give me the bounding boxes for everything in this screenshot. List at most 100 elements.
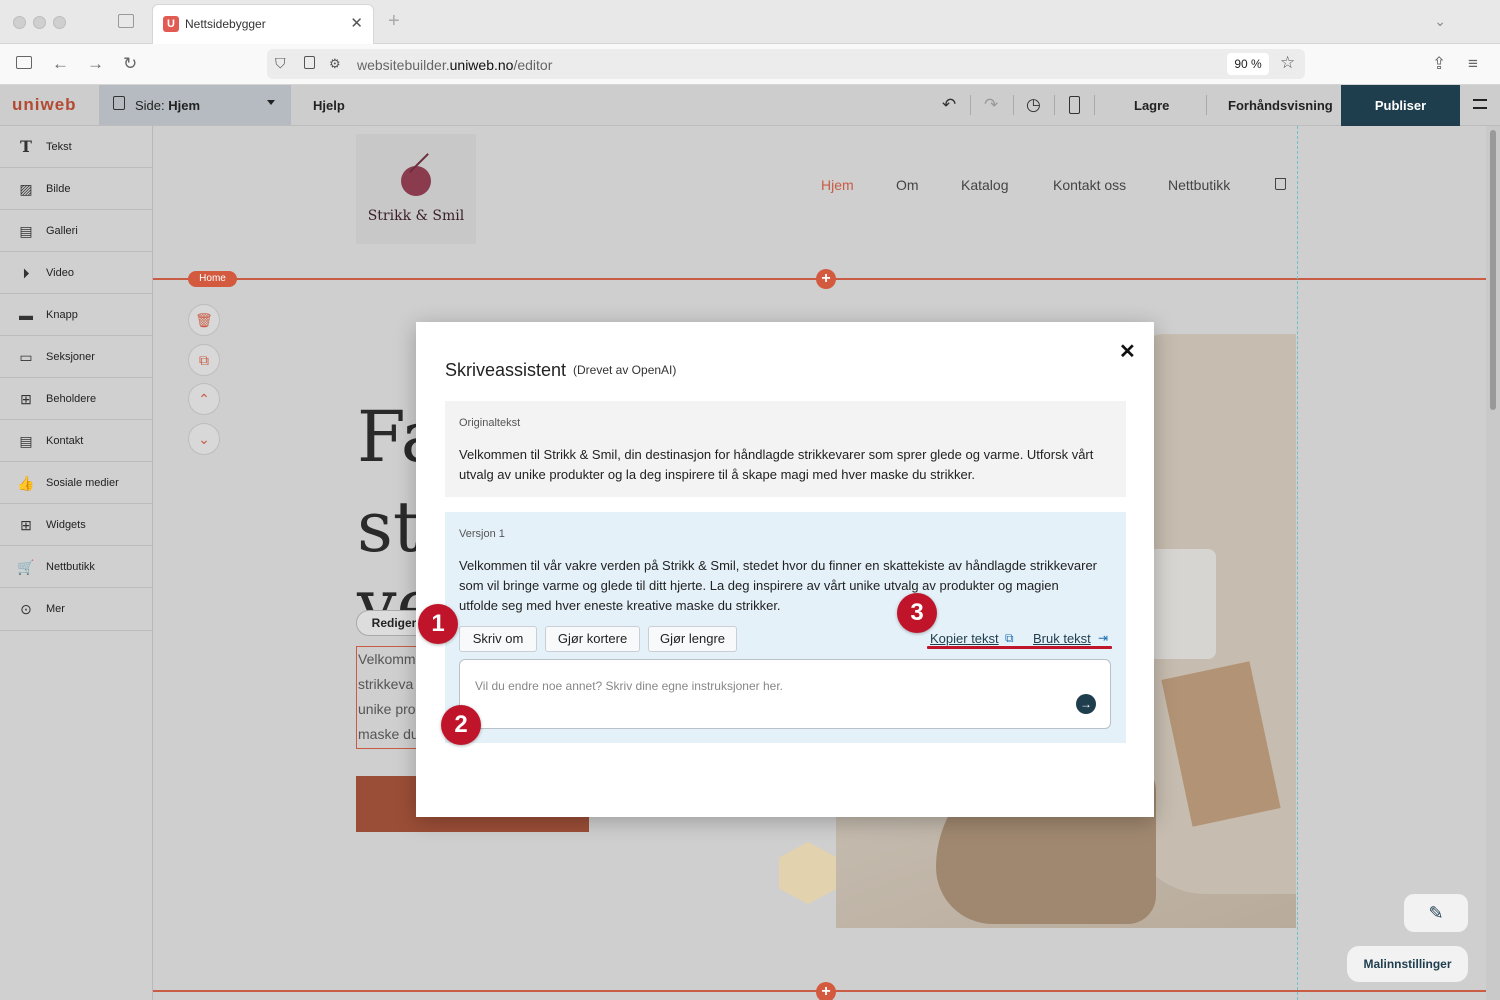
sidebar-item-seksjoner[interactable]: ▭ Seksjoner <box>0 336 152 378</box>
browser-tab-bar: U Nettsidebygger ✕ + ⌄ <box>0 0 1500 44</box>
version-text-line: utfolde seg med hver eneste kreative mas… <box>459 598 781 613</box>
sidebar-item-mer[interactable]: ⊙ Mer <box>0 588 152 631</box>
sidebar-item-nettbutikk[interactable]: 🛒 Nettbutikk <box>0 546 152 588</box>
help-link[interactable]: Hjelp <box>313 98 345 113</box>
uniweb-logo: uniweb <box>12 95 77 114</box>
rewrite-button[interactable]: Skriv om <box>459 626 537 652</box>
reader-list-icon[interactable]: ≡ <box>1468 54 1478 74</box>
page-selector[interactable]: Side: Hjem <box>99 85 291 125</box>
sidebar-item-widgets[interactable]: ⊞ Widgets <box>0 504 152 546</box>
original-text-line: utvalg av unike produkter og la deg insp… <box>459 467 975 482</box>
sidebar-item-label: Bilde <box>46 183 71 195</box>
window-zoom-button[interactable] <box>53 16 66 29</box>
browser-tab[interactable]: U Nettsidebygger ✕ <box>152 4 374 44</box>
make-longer-button[interactable]: Gjør lengre <box>648 626 737 652</box>
modal-title: Skriveassistent <box>445 360 567 380</box>
page-icon <box>113 96 125 110</box>
add-section-plus-icon[interactable]: + <box>816 269 836 289</box>
site-name: Strikk & Smil <box>367 208 465 224</box>
close-tab-icon[interactable]: ✕ <box>350 14 363 32</box>
sidebar-item-knapp[interactable]: ▬ Knapp <box>0 294 152 336</box>
insert-icon[interactable]: ⇥ <box>1098 631 1108 645</box>
make-shorter-button[interactable]: Gjør kortere <box>545 626 640 652</box>
divider <box>1206 95 1207 115</box>
sidebar-item-kontakt[interactable]: ▤ Kontakt <box>0 420 152 462</box>
undo-icon[interactable]: ↶ <box>942 95 956 115</box>
sidebar-item-tekst[interactable]: T Tekst <box>0 126 152 168</box>
site-nav-kontakt-oss[interactable]: Kontakt oss <box>1053 177 1126 193</box>
original-text-line: Velkommen til Strikk & Smil, din destina… <box>459 447 1094 462</box>
body-text-line: Velkomm <box>358 651 416 667</box>
forward-arrow-icon[interactable]: → <box>87 54 104 74</box>
callout-badge-1: 1 <box>418 604 458 644</box>
sidebar-item-video[interactable]: ⏵ Video <box>0 252 152 294</box>
more-icon: ⊙ <box>20 601 32 617</box>
tab-overview-icon[interactable] <box>118 14 134 28</box>
version-box: Versjon 1 Velkommen til vår vakre verden… <box>445 512 1126 743</box>
editor-header: uniweb Side: Hjem Hjelp ↶ ↷ ◷ Lagre Forh… <box>0 85 1500 126</box>
copy-icon[interactable]: ⧉ <box>1005 631 1014 646</box>
sidebar-item-label: Nettbutikk <box>46 561 95 573</box>
mobile-preview-icon[interactable] <box>1069 96 1080 114</box>
sidebar-item-galleri[interactable]: ▤ Galleri <box>0 210 152 252</box>
design-settings-icon[interactable]: ✎ <box>1404 894 1468 932</box>
original-text-box: Originaltekst Velkommen til Strikk & Smi… <box>445 401 1126 497</box>
preview-button[interactable]: Forhåndsvisning <box>1228 98 1333 113</box>
new-tab-icon[interactable]: + <box>388 10 400 33</box>
containers-icon: ⊞ <box>20 391 32 407</box>
zoom-level[interactable]: 90 % <box>1227 53 1269 75</box>
sidebar-item-beholdere[interactable]: ⊞ Beholdere <box>0 378 152 420</box>
use-text-button[interactable]: Bruk tekst <box>1033 631 1091 646</box>
canvas-scrollbar[interactable] <box>1486 126 1500 1000</box>
history-icon[interactable]: ◷ <box>1026 95 1041 115</box>
sidebar-item-label: Widgets <box>46 519 86 531</box>
original-text-label: Originaltekst <box>459 417 521 429</box>
site-nav-katalog[interactable]: Katalog <box>961 177 1008 193</box>
elements-sidebar: T Tekst ▨ Bilde ▤ Galleri ⏵ Video ▬ Knap… <box>0 126 153 1000</box>
tab-list-chevron-icon[interactable]: ⌄ <box>1434 13 1446 30</box>
sidebar-item-sosiale-medier[interactable]: 👍 Sosiale medier <box>0 462 152 504</box>
template-settings-button[interactable]: Malinnstillinger <box>1347 946 1468 982</box>
shopping-bag-icon[interactable] <box>1275 178 1286 190</box>
copy-text-button[interactable]: Kopier tekst <box>930 631 999 646</box>
site-nav-om[interactable]: Om <box>896 177 919 193</box>
address-bar[interactable]: ⛉ ⚙ websitebuilder.uniweb.no/editor 90 %… <box>267 49 1305 79</box>
move-down-chevron-icon[interactable]: ⌄ <box>188 423 220 455</box>
duplicate-icon[interactable]: ⧉ <box>188 344 220 376</box>
bookmark-star-icon[interactable]: ☆ <box>1280 53 1295 73</box>
hamburger-menu-icon[interactable] <box>1473 99 1487 109</box>
window-minimize-button[interactable] <box>33 16 46 29</box>
divider <box>1013 95 1014 115</box>
site-settings-icon[interactable]: ⚙ <box>329 56 341 72</box>
sidebar-toggle-icon[interactable] <box>16 56 32 69</box>
highlight-underline <box>927 646 1112 649</box>
sidebar-item-label: Seksjoner <box>46 351 95 363</box>
publish-button[interactable]: Publiser <box>1341 85 1460 126</box>
thumbs-up-icon: 👍 <box>17 475 35 491</box>
send-arrow-icon[interactable]: → <box>1076 694 1096 714</box>
site-nav-hjem[interactable]: Hjem <box>821 177 854 193</box>
save-button[interactable]: Lagre <box>1134 98 1169 113</box>
site-nav-nettbutikk[interactable]: Nettbutikk <box>1168 177 1230 193</box>
trash-icon[interactable]: 🗑 <box>188 304 220 336</box>
site-logo[interactable]: Strikk & Smil <box>356 134 476 244</box>
version-text-line: Velkommen til vår vakre verden på Strikk… <box>459 558 1098 573</box>
instructions-input[interactable]: Vil du endre noe annet? Skriv dine egne … <box>459 659 1111 729</box>
video-icon: ⏵ <box>22 265 30 281</box>
redo-icon[interactable]: ↷ <box>984 95 998 115</box>
reload-icon[interactable]: ↻ <box>123 54 137 74</box>
sidebar-item-label: Sosiale medier <box>46 477 119 489</box>
sidebar-item-bilde[interactable]: ▨ Bilde <box>0 168 152 210</box>
back-arrow-icon[interactable]: ← <box>52 54 69 74</box>
sidebar-item-label: Knapp <box>46 309 78 321</box>
close-icon[interactable]: ✕ <box>1119 339 1136 364</box>
scrollbar-thumb[interactable] <box>1490 130 1496 410</box>
caret-down-icon <box>267 100 275 105</box>
share-icon[interactable]: ⇪ <box>1432 54 1446 74</box>
callout-badge-3: 3 <box>897 593 937 633</box>
decorative-hexagon <box>779 842 837 904</box>
window-close-button[interactable] <box>13 16 26 29</box>
move-up-chevron-icon[interactable]: ⌃ <box>188 383 220 415</box>
add-section-plus-icon[interactable]: + <box>816 982 836 1000</box>
version-text-line: som vil bringe varme og glede til ditt h… <box>459 578 1059 593</box>
